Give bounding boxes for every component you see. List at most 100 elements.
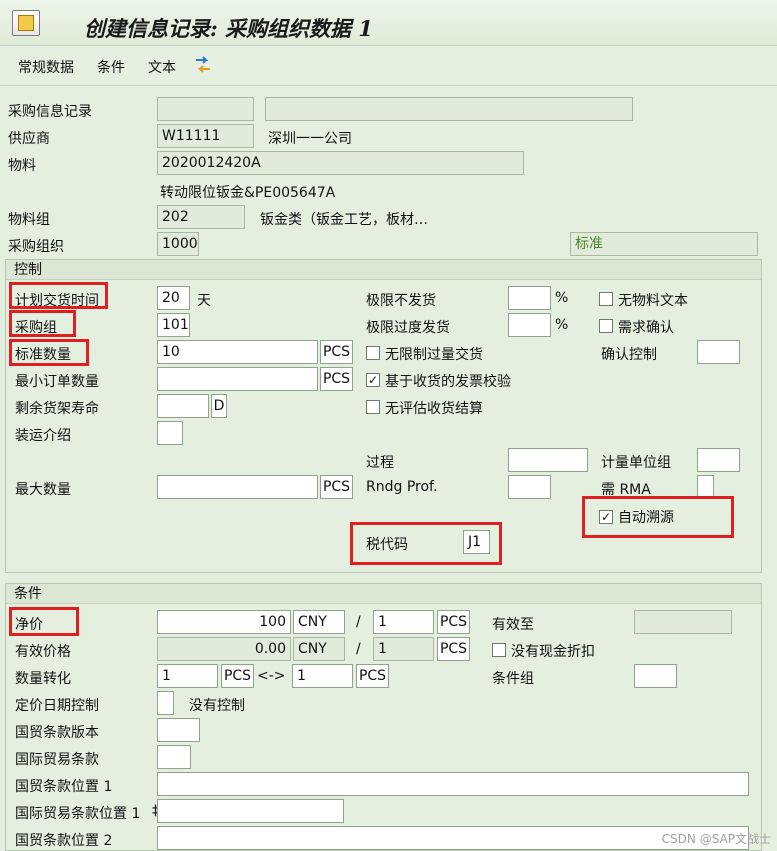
- eff-price-per-field: 1: [373, 637, 434, 661]
- min-order-input[interactable]: [157, 367, 318, 391]
- max-qty-unit[interactable]: PCS: [320, 475, 353, 499]
- material-description: 转动限位钣金&PE005647A: [160, 185, 336, 201]
- eff-price-per: /: [356, 641, 361, 657]
- no-ers-label: 无评估收货结算: [385, 401, 483, 417]
- no-cash-discount-label: 没有现金折扣: [511, 644, 595, 660]
- qty-conv-from-unit[interactable]: PCS: [221, 664, 254, 688]
- info-record-desc-field: [265, 97, 633, 121]
- info-record-label: 采购信息记录: [8, 104, 92, 120]
- material-group-label: 物料组: [8, 212, 50, 228]
- net-price-input[interactable]: 100: [157, 610, 291, 634]
- incoterms-loc1-label: 国贸条款位置 1: [15, 779, 113, 795]
- eff-price-label: 有效价格: [15, 644, 71, 660]
- net-price-per-unit[interactable]: PCS: [437, 610, 470, 634]
- net-price-currency[interactable]: CNY: [293, 610, 345, 634]
- window-title: 创建信息记录: 采购组织数据 1: [84, 16, 373, 41]
- min-order-label: 最小订单数量: [15, 374, 99, 390]
- intl-incoterms-loc1-input[interactable]: [157, 799, 344, 823]
- incoterms-version-input[interactable]: [157, 718, 200, 742]
- highlight-std-qty: [9, 339, 89, 366]
- qty-conv-from-input[interactable]: 1: [157, 664, 218, 688]
- info-category-field: 标准: [570, 232, 758, 256]
- incoterms-input[interactable]: [157, 745, 191, 769]
- underdelivery-label: 极限不发货: [366, 293, 436, 309]
- conditions-section-title: 条件: [6, 584, 761, 604]
- qty-conv-to-input[interactable]: 1: [292, 664, 353, 688]
- general-data-button[interactable]: 常规数据: [18, 57, 74, 77]
- max-qty-input[interactable]: [157, 475, 318, 499]
- eff-price-currency: CNY: [293, 637, 345, 661]
- days-unit: 天: [197, 293, 211, 309]
- vendor-field: W11111: [157, 124, 254, 148]
- material-field: 2020012420A: [157, 151, 524, 175]
- material-group-field: 202: [157, 205, 245, 229]
- std-qty-input[interactable]: 10: [157, 340, 318, 364]
- qty-conversion-label: 数量转化: [15, 671, 71, 687]
- conf-control-input[interactable]: [697, 340, 740, 364]
- gr-based-iv-label: 基于收货的发票校验: [385, 374, 511, 390]
- purch-group-input[interactable]: 101: [157, 313, 190, 337]
- incoterms-loc2-label: 国贸条款位置 2: [15, 833, 113, 849]
- eff-price-field: 0.00: [157, 637, 291, 661]
- eff-price-per-unit: PCS: [437, 637, 470, 661]
- highlight-net-price: [9, 607, 79, 636]
- control-section-title: 控制: [6, 260, 761, 280]
- highlight-planned-delivery: [9, 282, 108, 309]
- std-qty-unit[interactable]: PCS: [320, 340, 353, 364]
- no-material-text-label: 无物料文本: [618, 293, 688, 309]
- procedure-input[interactable]: [508, 448, 588, 472]
- auto-sourcing-label: 自动溯源: [618, 510, 674, 526]
- text-button[interactable]: 文本: [148, 57, 176, 77]
- transaction-icon[interactable]: [12, 10, 40, 36]
- ack-required-checkbox[interactable]: [599, 319, 613, 333]
- shelf-life-input[interactable]: [157, 394, 209, 418]
- highlight-purch-group: [9, 310, 76, 337]
- info-record-field: [157, 97, 254, 121]
- procedure-label: 过程: [366, 455, 394, 471]
- no-cash-discount-checkbox[interactable]: [492, 643, 506, 657]
- rounding-profile-input[interactable]: [508, 475, 551, 499]
- incoterms-version-label: 国贸条款版本: [15, 725, 99, 741]
- min-order-unit[interactable]: PCS: [320, 367, 353, 391]
- underdelivery-percent: %: [555, 290, 569, 306]
- qty-conv-to-unit[interactable]: PCS: [356, 664, 389, 688]
- title-bar: 创建信息记录: 采购组织数据 1: [0, 0, 777, 46]
- underdelivery-input[interactable]: [508, 286, 551, 310]
- purch-org-label: 采购组织: [8, 239, 64, 255]
- unlimited-overdelivery-label: 无限制过量交货: [385, 347, 483, 363]
- vendor-label: 供应商: [8, 131, 50, 147]
- tax-code-input[interactable]: J1: [463, 530, 490, 554]
- incoterms-label: 国际贸易条款: [15, 752, 99, 768]
- overdelivery-label: 极限过度发货: [366, 320, 450, 336]
- valid-to-label: 有效至: [492, 617, 534, 633]
- uom-group-input[interactable]: [697, 448, 740, 472]
- no-ers-checkbox[interactable]: [366, 400, 380, 414]
- material-group-desc: 钣金类（钣金工艺，板材…: [260, 212, 428, 228]
- overdelivery-input[interactable]: [508, 313, 551, 337]
- no-material-text-checkbox[interactable]: [599, 292, 613, 306]
- purch-org-field: 1000: [157, 232, 199, 256]
- unlimited-overdelivery-checkbox[interactable]: [366, 346, 380, 360]
- conf-control-label: 确认控制: [601, 347, 657, 363]
- material-label: 物料: [8, 158, 36, 174]
- pricing-date-input[interactable]: [157, 691, 174, 715]
- pricing-date-text: 没有控制: [189, 698, 245, 714]
- net-price-per: /: [356, 614, 361, 630]
- net-price-per-input[interactable]: 1: [373, 610, 434, 634]
- auto-sourcing-checkbox[interactable]: ✓: [599, 510, 613, 524]
- shipping-instr-label: 装运介绍: [15, 428, 71, 444]
- conditions-button[interactable]: 条件: [97, 57, 125, 77]
- overdelivery-percent: %: [555, 317, 569, 333]
- shelf-life-unit[interactable]: D: [211, 394, 227, 418]
- shelf-life-label: 剩余货架寿命: [15, 401, 99, 417]
- cond-group-input[interactable]: [634, 664, 677, 688]
- shipping-instr-input[interactable]: [157, 421, 183, 445]
- planned-delivery-input[interactable]: 20: [157, 286, 190, 310]
- valid-to-field: [634, 610, 732, 634]
- vendor-name: 深圳一一公司: [268, 131, 352, 147]
- gr-based-iv-checkbox[interactable]: ✓: [366, 373, 380, 387]
- incoterms-loc1-input[interactable]: [157, 772, 749, 796]
- incoterms-loc2-input[interactable]: [157, 826, 749, 850]
- refresh-icon[interactable]: [192, 54, 214, 76]
- watermark: CSDN @SAP文战士: [661, 832, 771, 846]
